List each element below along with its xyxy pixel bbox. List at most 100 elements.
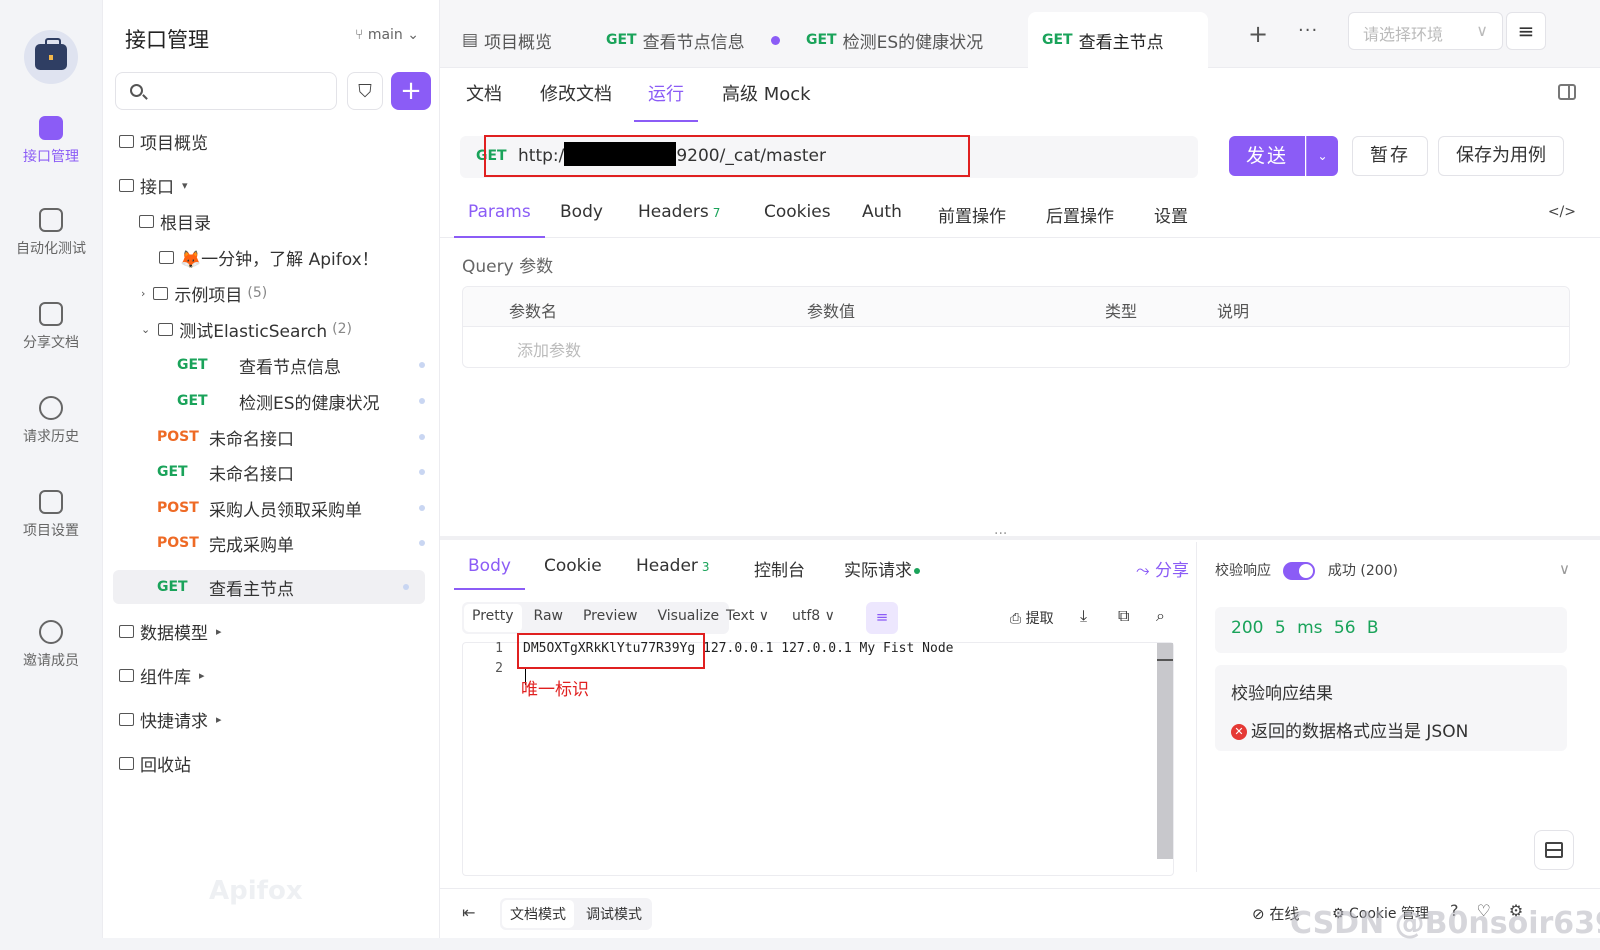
new-tab-button[interactable]: + xyxy=(1248,20,1268,48)
method-badge: GET xyxy=(177,357,208,373)
filter-button[interactable]: ⛉ xyxy=(347,72,383,110)
tree-item-doc[interactable]: 🦊一分钟，了解 Apifox！ xyxy=(103,240,441,274)
menu-button[interactable]: ≡ xyxy=(1506,12,1546,50)
tab-response-body[interactable]: Body xyxy=(454,556,525,590)
tree-item-api-endpoint[interactable]: POST 完成采购单 xyxy=(103,526,441,560)
tab-request-active[interactable]: GET 查看主节点 xyxy=(1028,12,1208,68)
validation-status[interactable]: 成功 (200) xyxy=(1328,563,1398,579)
content-type-select[interactable]: Text ∨ xyxy=(726,608,769,624)
tree-item-root-dir[interactable]: 根目录 xyxy=(103,204,441,238)
editor-scrollbar[interactable] xyxy=(1157,643,1173,859)
tree-item-api-endpoint-selected[interactable]: GET 查看主节点 xyxy=(113,570,425,604)
tab-console[interactable]: 控制台 xyxy=(754,556,805,590)
validation-result-title: 校验响应结果 xyxy=(1231,684,1333,704)
format-pretty[interactable]: Pretty xyxy=(464,604,522,632)
tab-body[interactable]: Body xyxy=(560,202,603,238)
search-icon[interactable]: ⌕ xyxy=(1156,606,1165,626)
save-draft-button[interactable]: 暂存 xyxy=(1352,136,1428,176)
encoding-select[interactable]: utf8 ∨ xyxy=(792,608,835,624)
extract-button[interactable]: ⎙ 提取 xyxy=(1010,608,1054,628)
tree-item-quick-request[interactable]: 快捷请求 ▸ xyxy=(103,702,441,736)
tree-folder-example[interactable]: › 示例项目 (5) xyxy=(103,276,441,310)
tab-response-header[interactable]: Header 3 xyxy=(636,556,710,590)
invite-member-icon xyxy=(39,620,63,644)
tree-item-api[interactable]: 接口 ▾ xyxy=(103,168,441,202)
status-dot xyxy=(419,540,425,546)
panel-layout-icon[interactable] xyxy=(1558,84,1576,100)
rail-item-invite-member[interactable]: 邀请成员 xyxy=(0,620,102,670)
layout-toggle-button[interactable] xyxy=(1534,830,1574,870)
rail-item-share-docs[interactable]: 分享文档 xyxy=(0,302,102,352)
rail-item-project-settings[interactable]: 项目设置 xyxy=(0,490,102,540)
tree-item-recycle[interactable]: 回收站 xyxy=(103,746,441,780)
search-icon xyxy=(130,84,143,97)
copy-icon[interactable]: ⧉ xyxy=(1118,606,1129,626)
validation-toggle[interactable] xyxy=(1283,562,1316,580)
count-badge: 7 xyxy=(712,206,721,220)
subtab-edit-doc[interactable]: 修改文档 xyxy=(540,80,612,122)
response-editor[interactable]: 1 DM5OXTgXRkKlYtu77R39Yg 127.0.0.1 127.0… xyxy=(462,633,1174,876)
tree-item-label: 示例项目 xyxy=(174,285,243,306)
tree-item-api-endpoint[interactable]: GET 检测ES的健康状况 xyxy=(103,384,441,418)
tab-headers[interactable]: Headers 7 xyxy=(638,202,720,238)
tab-response-cookie[interactable]: Cookie xyxy=(544,556,602,590)
table-header: 参数名 参数值 类型 说明 xyxy=(463,287,1569,327)
tree-item-label: 🦊一分钟，了解 Apifox！ xyxy=(180,249,379,270)
save-as-case-button[interactable]: 保存为用例 xyxy=(1438,136,1564,176)
tree-item-api-endpoint[interactable]: GET 未命名接口 xyxy=(103,455,441,489)
tree-item-label: 查看主节点 xyxy=(209,579,294,600)
tree-item-api-endpoint[interactable]: POST 未命名接口 xyxy=(103,420,441,454)
doc-mode-button[interactable]: 文档模式 xyxy=(502,900,574,928)
send-button[interactable]: 发送 xyxy=(1229,136,1305,176)
tree-item-label: 未命名接口 xyxy=(209,464,294,485)
tree-item-api-endpoint[interactable]: GET 查看节点信息 xyxy=(103,348,441,382)
download-icon[interactable]: ⤓ xyxy=(1080,606,1087,626)
sidebar-search-input[interactable] xyxy=(115,72,337,110)
url-bar[interactable]: GET http:/9200/_cat/master xyxy=(460,135,1198,178)
tab-pre-processors[interactable]: 前置操作 xyxy=(938,202,1006,238)
api-management-icon xyxy=(39,116,63,140)
tab-request[interactable]: GET 检测ES的健康状况 xyxy=(792,12,997,68)
tree-folder-es[interactable]: ⌄ 测试ElasticSearch (2) xyxy=(103,312,441,346)
tree-item-components[interactable]: 组件库 ▸ xyxy=(103,658,441,692)
add-param-input[interactable]: 添加参数 xyxy=(517,337,581,361)
format-raw[interactable]: Raw xyxy=(524,602,573,634)
add-button[interactable]: + xyxy=(391,72,431,110)
subtab-run[interactable]: 运行 xyxy=(634,80,698,122)
tab-overview[interactable]: ▤ 项目概览 xyxy=(448,12,566,68)
more-tabs-button[interactable]: ··· xyxy=(1298,20,1318,41)
tree-item-api-endpoint[interactable]: POST 采购人员领取采购单 xyxy=(103,491,441,525)
tab-auth[interactable]: Auth xyxy=(862,202,902,238)
tab-cookies[interactable]: Cookies xyxy=(764,202,831,238)
tree-item-data-model[interactable]: 数据模型 ▸ xyxy=(103,614,441,648)
tab-request[interactable]: GET 查看节点信息 xyxy=(592,12,794,68)
subtab-advanced-mock[interactable]: 高级 Mock xyxy=(722,80,811,122)
subtab-doc[interactable]: 文档 xyxy=(466,80,502,122)
tab-bar: ▤ 项目概览 GET 查看节点信息 GET 检测ES的健康状况 GET 查看主节… xyxy=(440,0,1600,68)
status-dot xyxy=(419,362,425,368)
collapse-sidebar-icon[interactable]: ⇤ xyxy=(462,903,475,922)
rail-item-api-management[interactable]: 接口管理 xyxy=(0,116,102,166)
method-badge: GET xyxy=(157,464,188,480)
tab-actual-request[interactable]: 实际请求 xyxy=(844,556,920,590)
format-preview[interactable]: Preview xyxy=(573,602,648,634)
pane-splitter[interactable]: ··· xyxy=(440,526,1600,542)
tab-params[interactable]: Params xyxy=(454,202,545,238)
environment-select[interactable]: 请选择环境 ∨ xyxy=(1348,12,1503,50)
debug-mode-button[interactable]: 调试模式 xyxy=(576,898,652,930)
wrap-lines-button[interactable]: ≡ xyxy=(866,602,898,634)
send-dropdown-button[interactable]: ⌄ xyxy=(1306,136,1338,176)
project-logo[interactable] xyxy=(24,30,78,84)
branch-selector[interactable]: ⑂ main ⌄ xyxy=(355,27,419,43)
tree-item-overview[interactable]: 项目概览 xyxy=(103,124,441,158)
tab-settings[interactable]: 设置 xyxy=(1154,202,1188,238)
validation-label: 校验响应 xyxy=(1215,563,1271,579)
rail-item-automation-test[interactable]: 自动化测试 xyxy=(0,208,102,258)
format-visualize[interactable]: Visualize xyxy=(647,602,729,634)
code-icon[interactable]: </> xyxy=(1548,204,1576,220)
request-history-icon xyxy=(39,396,63,420)
tab-post-processors[interactable]: 后置操作 xyxy=(1046,202,1114,238)
chevron-down-icon[interactable]: ∨ xyxy=(1559,560,1570,578)
rail-item-request-history[interactable]: 请求历史 xyxy=(0,396,102,446)
share-button[interactable]: ⤳ 分享 xyxy=(1136,556,1189,581)
